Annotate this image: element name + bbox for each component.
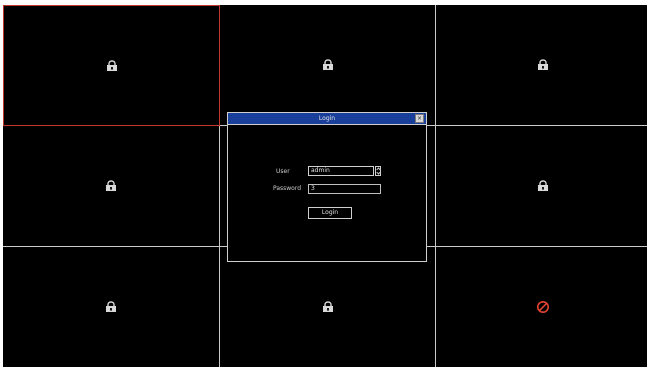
video-channel-4[interactable] (3, 126, 220, 247)
camera-icon (105, 180, 117, 192)
login-form: User admin Password 3 Login (228, 113, 426, 261)
password-label: Password (273, 185, 302, 192)
camera-icon (106, 59, 118, 72)
nvr-screen: Login × User admin Password 3 Login (3, 5, 647, 367)
camera-icon (322, 301, 334, 313)
video-channel-7[interactable] (3, 247, 220, 367)
user-field[interactable]: admin (308, 166, 374, 176)
login-dialog: Login × User admin Password 3 Login (227, 112, 427, 262)
camera-icon (322, 59, 334, 71)
video-channel-1[interactable] (3, 5, 220, 126)
login-button[interactable]: Login (308, 207, 352, 219)
camera-icon (537, 59, 549, 71)
user-label: User (276, 168, 290, 175)
camera-icon (105, 301, 117, 313)
password-field[interactable]: 3 (308, 184, 381, 194)
video-channel-6[interactable] (436, 126, 647, 247)
no-signal-icon (536, 300, 550, 314)
user-select-stepper[interactable] (375, 166, 381, 176)
video-channel-8[interactable] (220, 247, 436, 367)
video-channel-9[interactable] (436, 247, 647, 367)
video-channel-3[interactable] (436, 5, 647, 126)
camera-icon (537, 180, 549, 192)
video-channel-2[interactable] (220, 5, 436, 126)
